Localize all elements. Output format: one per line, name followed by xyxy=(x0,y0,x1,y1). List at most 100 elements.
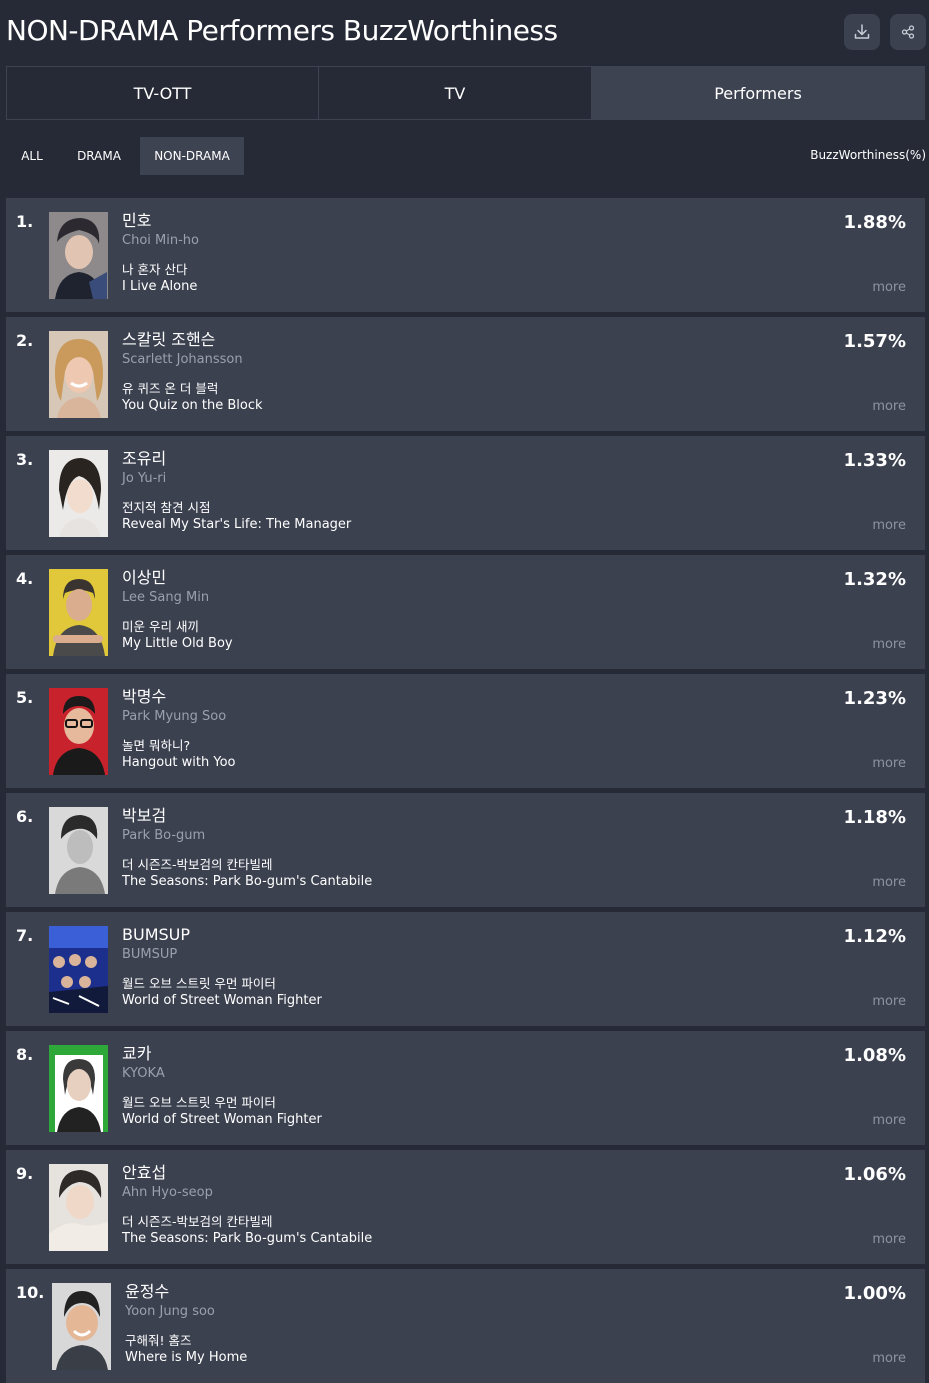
download-button[interactable] xyxy=(844,14,880,50)
tab-performers[interactable]: Performers xyxy=(591,67,924,119)
performer-info: 민호 Choi Min-ho 나 혼자 산다 I Live Alone xyxy=(122,211,199,295)
show-title-ko: 미운 우리 새끼 xyxy=(122,619,199,634)
performer-name-ko: 박명수 xyxy=(122,687,167,706)
share-icon xyxy=(901,25,915,39)
show-title-ko: 놀면 뭐하니? xyxy=(122,738,191,753)
show-title-en: World of Street Woman Fighter xyxy=(122,1112,322,1127)
rank-number: 3. xyxy=(16,450,34,469)
performer-info: 쿄카 KYOKA 월드 오브 스트릿 우먼 파이터 World of Stree… xyxy=(122,1044,322,1128)
ranking-row[interactable]: 7. BUMSUP BUMSUP 월드 오브 스트릿 우먼 파이터 World … xyxy=(6,912,925,1026)
performer-photo xyxy=(49,331,108,418)
performer-name-en: KYOKA xyxy=(122,1066,165,1081)
filter-all[interactable]: ALL xyxy=(6,137,58,175)
performer-photo xyxy=(49,688,108,775)
more-link[interactable]: more xyxy=(872,518,906,533)
show-title-en: Hangout with Yoo xyxy=(122,755,236,770)
performer-name-ko: 쿄카 xyxy=(122,1044,152,1063)
tab-tv-ott[interactable]: TV-OTT xyxy=(7,67,318,119)
show-title-ko: 월드 오브 스트릿 우먼 파이터 xyxy=(122,976,276,991)
ranking-row[interactable]: 2. 스칼릿 조핸슨 Scarlett Johansson 유 퀴즈 온 더 블… xyxy=(6,317,925,431)
tab-tv[interactable]: TV xyxy=(318,67,591,119)
performer-info: BUMSUP BUMSUP 월드 오브 스트릿 우먼 파이터 World of … xyxy=(122,925,322,1009)
show-title-ko: 나 혼자 산다 xyxy=(122,262,188,277)
buzz-value: 1.33% xyxy=(843,450,906,471)
performer-name-ko: 조유리 xyxy=(122,449,167,468)
performer-name-en: Lee Sang Min xyxy=(122,590,210,605)
ranking-list: 1. 민호 Choi Min-ho 나 혼자 산다 I Live Alone 1… xyxy=(6,198,925,1383)
performer-name-en: BUMSUP xyxy=(122,947,178,962)
show-title-ko: 유 퀴즈 온 더 블럭 xyxy=(122,381,219,396)
buzz-value: 1.57% xyxy=(843,331,906,352)
ranking-row[interactable]: 9. 안효섭 Ahn Hyo-seop 더 시즌즈-박보검의 칸타빌레 The … xyxy=(6,1150,925,1264)
rank-number: 6. xyxy=(16,807,34,826)
performer-photo xyxy=(49,1164,108,1251)
rank-number: 8. xyxy=(16,1045,34,1064)
buzz-value: 1.08% xyxy=(843,1045,906,1066)
performer-info: 조유리 Jo Yu-ri 전지적 참견 시점 Reveal My Star's … xyxy=(122,449,351,533)
ranking-row[interactable]: 3. 조유리 Jo Yu-ri 전지적 참견 시점 Reveal My Star… xyxy=(6,436,925,550)
page-title: NON-DRAMA Performers BuzzWorthiness xyxy=(6,14,558,47)
show-title-ko: 더 시즌즈-박보검의 칸타빌레 xyxy=(122,857,273,872)
show-title-ko: 전지적 참견 시점 xyxy=(122,500,211,515)
performer-info: 이상민 Lee Sang Min 미운 우리 새끼 My Little Old … xyxy=(122,568,233,652)
performer-name-ko: 이상민 xyxy=(122,568,167,587)
more-link[interactable]: more xyxy=(872,280,906,295)
ranking-row[interactable]: 8. 쿄카 KYOKA 월드 오브 스트릿 우먼 파이터 World of St… xyxy=(6,1031,925,1145)
buzz-value: 1.00% xyxy=(843,1283,906,1304)
show-title-en: I Live Alone xyxy=(122,279,198,294)
performer-info: 스칼릿 조핸슨 Scarlett Johansson 유 퀴즈 온 더 블럭 Y… xyxy=(122,330,263,414)
ranking-row[interactable]: 10. 윤정수 Yoon Jung soo 구해줘! 홈즈 Where is M… xyxy=(6,1269,925,1383)
ranking-row[interactable]: 4. 이상민 Lee Sang Min 미운 우리 새끼 My Little O… xyxy=(6,555,925,669)
performer-name-en: Park Bo-gum xyxy=(122,828,206,843)
rank-number: 2. xyxy=(16,331,34,350)
performer-info: 윤정수 Yoon Jung soo 구해줘! 홈즈 Where is My Ho… xyxy=(125,1282,247,1366)
ranking-row[interactable]: 5. 박명수 Park Myung Soo 놀면 뭐하니? Hangout wi… xyxy=(6,674,925,788)
ranking-row[interactable]: 1. 민호 Choi Min-ho 나 혼자 산다 I Live Alone 1… xyxy=(6,198,925,312)
performer-name-en: Yoon Jung soo xyxy=(125,1304,215,1319)
show-title-en: Where is My Home xyxy=(125,1350,248,1365)
buzz-value: 1.23% xyxy=(843,688,906,709)
more-link[interactable]: more xyxy=(872,875,906,890)
show-title-ko: 구해줘! 홈즈 xyxy=(125,1333,192,1348)
performer-photo xyxy=(49,212,108,299)
performer-name-en: Scarlett Johansson xyxy=(122,352,243,367)
performer-photo xyxy=(49,926,108,1013)
more-link[interactable]: more xyxy=(872,399,906,414)
performer-info: 안효섭 Ahn Hyo-seop 더 시즌즈-박보검의 칸타빌레 The Sea… xyxy=(122,1163,372,1247)
performer-name-en: Park Myung Soo xyxy=(122,709,227,724)
rank-number: 9. xyxy=(16,1164,34,1183)
show-title-ko: 더 시즌즈-박보검의 칸타빌레 xyxy=(122,1214,273,1229)
performer-photo xyxy=(49,569,108,656)
filter-non-drama[interactable]: NON-DRAMA xyxy=(140,137,244,175)
performer-name-en: Jo Yu-ri xyxy=(122,471,167,486)
more-link[interactable]: more xyxy=(872,994,906,1009)
more-link[interactable]: more xyxy=(872,1232,906,1247)
more-link[interactable]: more xyxy=(872,756,906,771)
buzz-value: 1.12% xyxy=(843,926,906,947)
performer-name-ko: BUMSUP xyxy=(122,925,191,944)
performer-photo xyxy=(49,1045,108,1132)
performer-photo xyxy=(49,807,108,894)
download-icon xyxy=(854,24,870,39)
buzz-value: 1.18% xyxy=(843,807,906,828)
performer-name-ko: 민호 xyxy=(122,211,152,230)
more-link[interactable]: more xyxy=(872,1113,906,1128)
performer-name-en: Ahn Hyo-seop xyxy=(122,1185,213,1200)
show-title-en: World of Street Woman Fighter xyxy=(122,993,322,1008)
rank-number: 7. xyxy=(16,926,34,945)
performer-name-ko: 안효섭 xyxy=(122,1163,167,1182)
rank-number: 1. xyxy=(16,212,34,231)
share-button[interactable] xyxy=(890,14,926,50)
show-title-ko: 월드 오브 스트릿 우먼 파이터 xyxy=(122,1095,276,1110)
show-title-en: Reveal My Star's Life: The Manager xyxy=(122,517,352,532)
performer-name-ko: 스칼릿 조핸슨 xyxy=(122,330,216,349)
ranking-row[interactable]: 6. 박보검 Park Bo-gum 더 시즌즈-박보검의 칸타빌레 The S… xyxy=(6,793,925,907)
page-header: NON-DRAMA Performers BuzzWorthiness xyxy=(0,0,929,66)
filter-drama[interactable]: DRAMA xyxy=(58,137,140,175)
rank-number: 5. xyxy=(16,688,34,707)
more-link[interactable]: more xyxy=(872,1351,906,1366)
performer-photo xyxy=(49,450,108,537)
buzz-value: 1.32% xyxy=(843,569,906,590)
more-link[interactable]: more xyxy=(872,637,906,652)
show-title-en: You Quiz on the Block xyxy=(122,398,263,413)
